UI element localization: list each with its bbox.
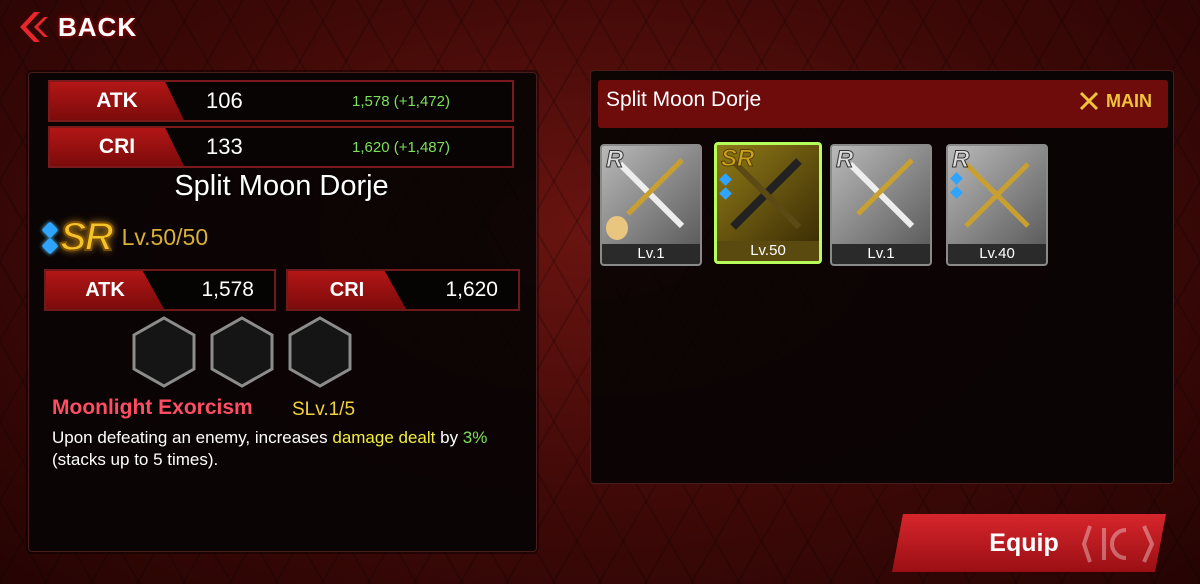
equip-label: Equip — [989, 528, 1059, 557]
weapon-card[interactable]: R Lv.1 — [830, 144, 932, 266]
stat-tag: CRI — [50, 128, 184, 166]
weapon-card-selected[interactable]: SR Lv.50 — [714, 142, 822, 264]
gem-icon — [41, 221, 59, 238]
desc-text: by — [435, 428, 463, 447]
rarity-badge: SR — [59, 214, 115, 260]
rarity-row: SR Lv.50/50 — [41, 214, 209, 260]
stat-tag: ATK — [50, 82, 184, 120]
back-arrow-icon — [20, 12, 48, 42]
stat-total: 1,620 (+1,487) — [352, 138, 450, 156]
gem-icon — [41, 237, 59, 254]
stat-base: 133 — [206, 134, 243, 159]
stat-total: 1,578 (+1,472) — [352, 92, 450, 110]
card-level: Lv.50 — [717, 241, 819, 261]
empty-socket[interactable] — [210, 316, 274, 388]
stat-base: 106 — [206, 88, 243, 113]
empty-socket[interactable] — [288, 316, 352, 388]
back-button[interactable]: BACK — [14, 8, 137, 46]
item-cri-box: CRI 1,620 — [286, 269, 520, 311]
empty-socket[interactable] — [132, 316, 196, 388]
card-rarity: R — [835, 146, 854, 174]
inventory-panel — [590, 70, 1174, 484]
back-label: BACK — [58, 11, 138, 42]
desc-text: (stacks up to 5 times). — [52, 450, 219, 469]
weapon-card[interactable]: R Lv.1 — [600, 144, 702, 266]
decorative-emblem-icon — [1081, 525, 1155, 563]
skill-description: Upon defeating an enemy, increases damag… — [52, 427, 492, 471]
skill-level: SLv.1/5 — [292, 399, 356, 420]
desc-highlight: damage dealt — [332, 428, 436, 447]
current-atk-bar: ATK 106 1,578 (+1,472) — [48, 80, 514, 122]
desc-highlight: 3% — [462, 428, 488, 447]
main-weapon-label: MAIN — [1078, 90, 1152, 112]
card-rarity: R — [605, 146, 624, 174]
stat-value: 1,620 — [445, 278, 498, 301]
item-level: Lv.50/50 — [121, 224, 209, 250]
inventory-title: Split Moon Dorje — [606, 88, 762, 111]
equipped-character-avatar — [606, 216, 628, 240]
current-cri-bar: CRI 133 1,620 (+1,487) — [48, 126, 514, 168]
item-atk-box: ATK 1,578 — [44, 269, 276, 311]
gems — [41, 221, 59, 254]
stat-tag: ATK — [46, 271, 164, 309]
stat-value: 1,578 — [201, 278, 254, 301]
stat-tag: CRI — [288, 271, 406, 309]
skill-name: Moonlight Exorcism — [52, 396, 253, 419]
card-rarity: SR — [720, 145, 755, 173]
socket-slots — [132, 316, 352, 388]
card-level: Lv.1 — [602, 244, 700, 264]
card-rarity: R — [951, 146, 970, 174]
card-level: Lv.40 — [948, 244, 1046, 264]
crossed-swords-icon — [1079, 91, 1099, 111]
main-label-text: MAIN — [1106, 90, 1152, 111]
card-level: Lv.1 — [832, 244, 930, 264]
weapon-card[interactable]: R Lv.40 — [946, 144, 1048, 266]
desc-text: Upon defeating an enemy, increases — [52, 428, 333, 447]
item-name: Split Moon Dorje — [174, 170, 389, 202]
